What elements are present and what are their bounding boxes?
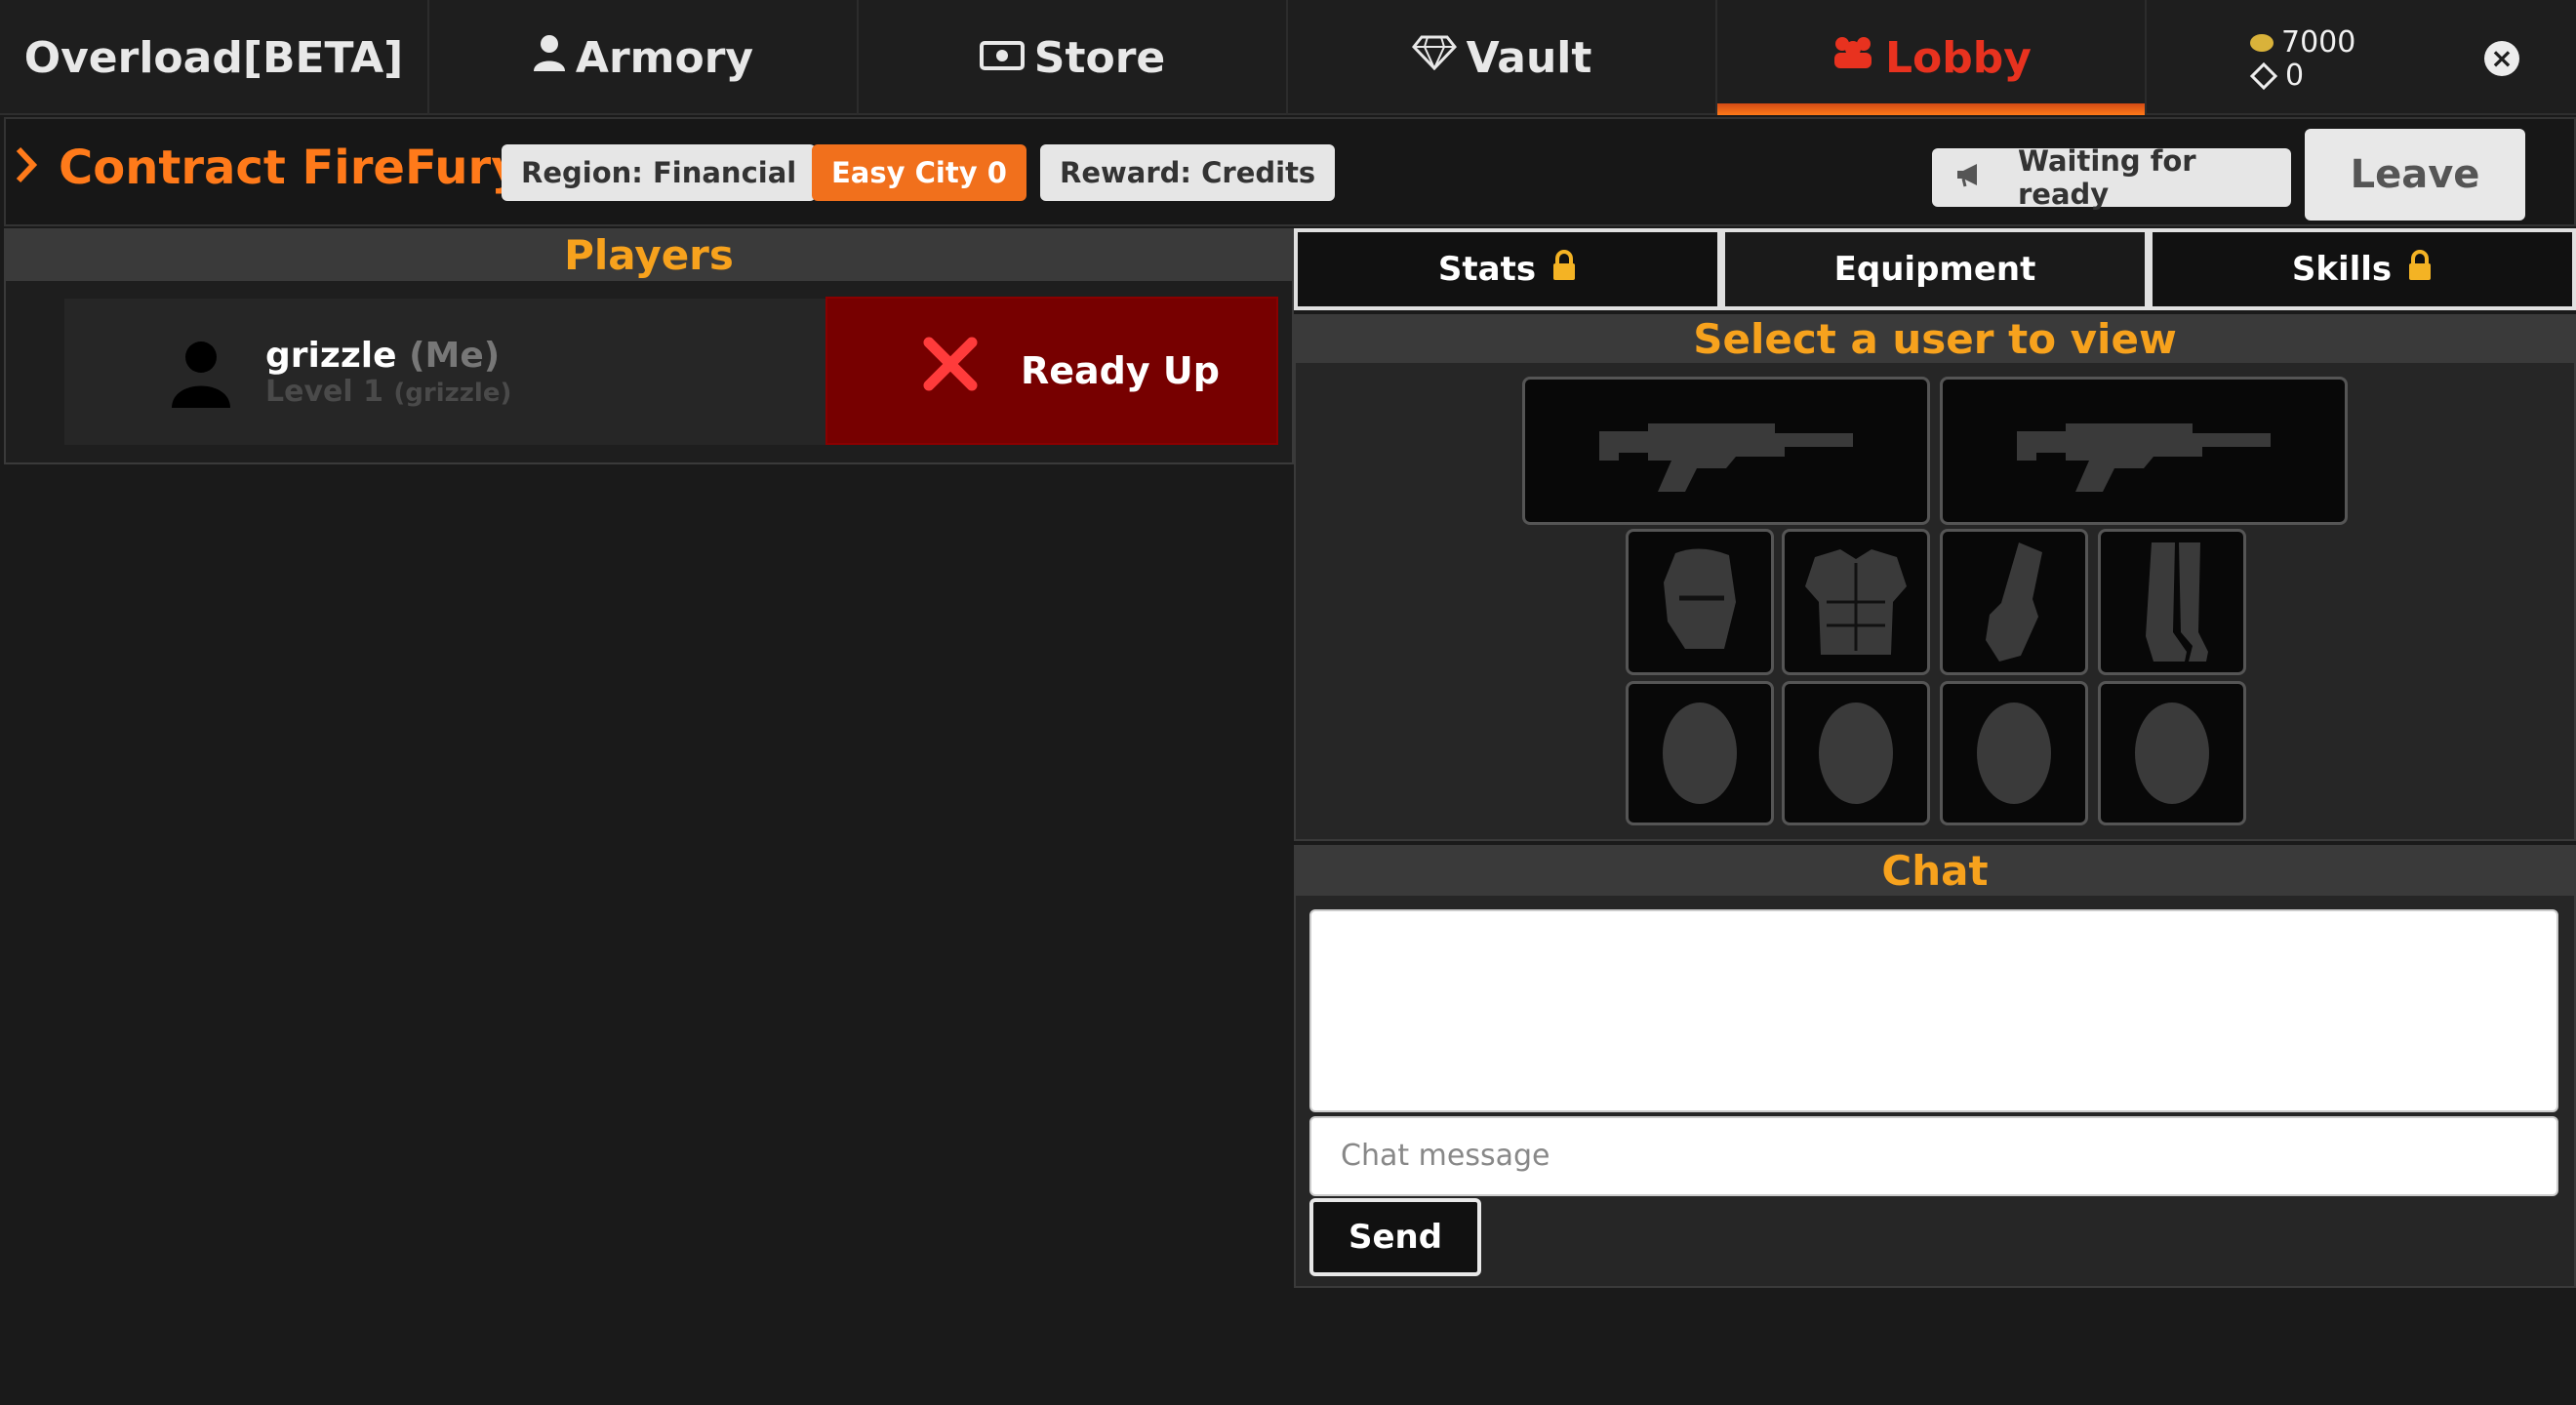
player-name: grizzle (Me) <box>265 336 500 376</box>
contract-title: Contract FireFury <box>16 140 522 195</box>
lock-icon <box>1551 249 1577 290</box>
top-nav: Overload[BETA] Armory Store Vault Lobby … <box>0 0 2576 115</box>
secondary-weapon-slot[interactable] <box>1940 377 2348 525</box>
player-row[interactable]: grizzle (Me) Level 1 (grizzle) <box>64 299 831 445</box>
lock-icon <box>2407 249 2433 290</box>
boots-slot[interactable] <box>2098 529 2246 675</box>
primary-weapon-slot[interactable] <box>1522 377 1930 525</box>
status-text: Waiting for ready <box>2018 144 2196 211</box>
ready-up-button[interactable]: Ready Up <box>825 297 1278 445</box>
tab-equipment[interactable]: Equipment <box>1721 228 2149 310</box>
tab-label: Overload[BETA] <box>23 32 404 83</box>
player-level-text: Level 1 <box>265 375 383 409</box>
equipment-header: Select a user to view <box>1296 316 2574 363</box>
equipment-panel: Select a user to view <box>1294 314 2576 841</box>
tab-skills-label: Skills <box>2291 250 2393 289</box>
boot-icon <box>2128 539 2216 665</box>
ready-up-label: Ready Up <box>1021 349 1220 392</box>
tab-stats-label: Stats <box>1437 250 1537 289</box>
player-level: Level 1 (grizzle) <box>265 375 511 409</box>
tab-label: Armory <box>575 32 754 83</box>
chevron-right-icon <box>16 140 38 195</box>
player-account: (grizzle) <box>393 379 512 408</box>
status-badge: Waiting for ready <box>1932 144 2291 211</box>
tab-label: Lobby <box>1885 32 2032 83</box>
chat-header: Chat <box>1296 847 2574 896</box>
users-icon <box>1831 35 1875 80</box>
chat-log[interactable] <box>1309 909 2558 1112</box>
user-icon <box>533 34 566 81</box>
cash-icon <box>979 35 1025 80</box>
helmet-icon <box>1656 543 1744 661</box>
mod-slot-2[interactable] <box>1782 681 1930 825</box>
difficulty-badge: Easy City 0 <box>812 144 1026 201</box>
player-me-tag: (Me) <box>409 336 501 376</box>
mod-slot-1[interactable] <box>1626 681 1774 825</box>
send-button[interactable]: Send <box>1309 1198 1481 1276</box>
mod-slot-icon <box>1975 700 2053 807</box>
tab-label: Store <box>1033 32 1166 83</box>
diamond-icon <box>1411 35 1457 80</box>
avatar <box>170 340 232 408</box>
coin-icon <box>2250 33 2274 52</box>
gems-value: 0 <box>2285 59 2305 93</box>
gem-icon <box>2249 61 2278 90</box>
close-icon[interactable]: × <box>2484 41 2519 76</box>
wallet: 7000 0 × <box>2147 0 2576 115</box>
contract-title-text: Contract FireFury <box>59 140 522 195</box>
rifle-icon <box>2007 402 2280 500</box>
leave-button[interactable]: Leave <box>2305 129 2525 221</box>
tab-label: Vault <box>1466 32 1592 83</box>
contract-bar: Contract FireFury Region: Financial Easy… <box>4 117 2576 226</box>
tab-skills[interactable]: Skills <box>2149 228 2576 310</box>
tab-store[interactable]: Store <box>859 0 1288 115</box>
player-name-text: grizzle <box>265 336 397 376</box>
rifle-icon <box>1590 402 1863 500</box>
mod-slot-icon <box>2133 700 2211 807</box>
detail-tabs: Stats Equipment Skills <box>1294 228 2576 312</box>
mod-slot-3[interactable] <box>1940 681 2088 825</box>
tab-equipment-label: Equipment <box>1833 250 2036 289</box>
helmet-slot[interactable] <box>1626 529 1774 675</box>
gloves-slot[interactable] <box>1940 529 2088 675</box>
chest-armor-icon <box>1797 543 1914 661</box>
chest-armor-slot[interactable] <box>1782 529 1930 675</box>
tab-vault[interactable]: Vault <box>1288 0 1717 115</box>
credits-value: 7000 <box>2281 25 2356 60</box>
glove-icon <box>1970 539 2058 665</box>
mod-slot-icon <box>1817 700 1895 807</box>
tab-lobby[interactable]: Lobby <box>1717 0 2147 115</box>
tab-armory[interactable]: Armory <box>429 0 859 115</box>
chat-panel: Chat Chat message Send <box>1294 845 2576 1288</box>
region-badge: Region: Financial <box>502 144 817 201</box>
megaphone-icon <box>1955 161 1985 194</box>
mod-slot-icon <box>1661 700 1739 807</box>
reward-badge: Reward: Credits <box>1040 144 1336 201</box>
x-icon <box>923 335 978 407</box>
tab-stats[interactable]: Stats <box>1294 228 1721 310</box>
tab-overload[interactable]: Overload[BETA] <box>0 0 429 115</box>
players-panel: Players grizzle (Me) Level 1 (grizzle) R… <box>4 228 1294 464</box>
players-header: Players <box>6 230 1292 281</box>
chat-input[interactable]: Chat message <box>1309 1116 2558 1196</box>
credits-row: 7000 <box>2250 25 2355 60</box>
mod-slot-4[interactable] <box>2098 681 2246 825</box>
gems-row: 0 <box>2249 59 2305 93</box>
